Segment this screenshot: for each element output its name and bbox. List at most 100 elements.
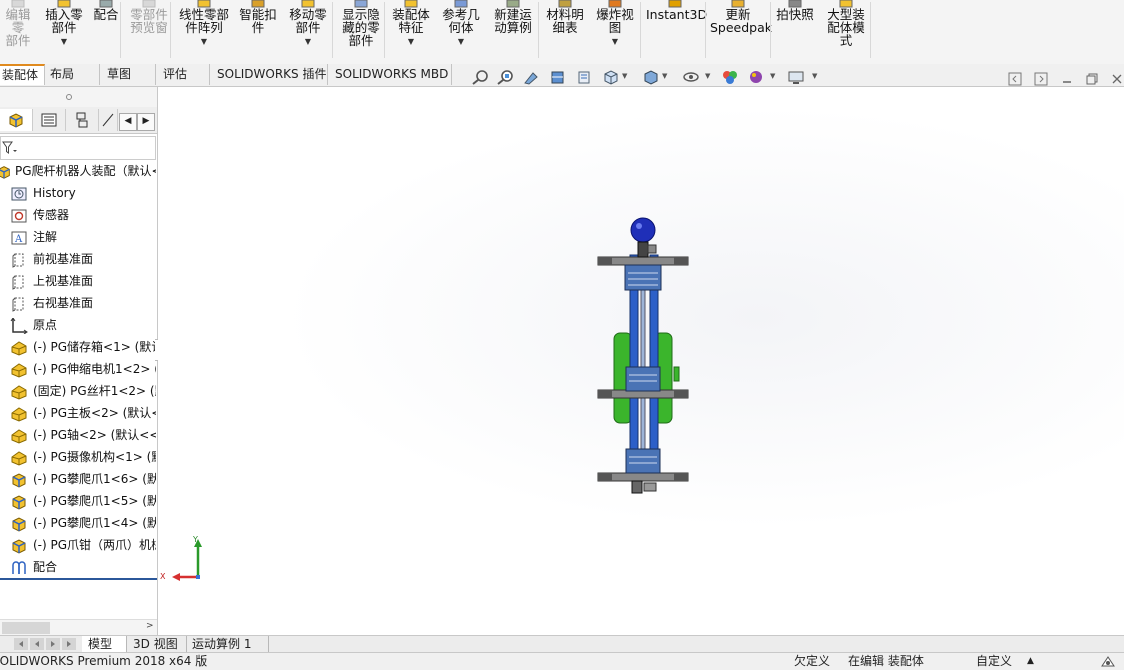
tree-item-mates[interactable]: 配合 [0, 557, 156, 578]
bom-button[interactable]: 材料明 细表 [542, 0, 588, 62]
smart-fasteners-button[interactable]: 智能扣 件 [236, 0, 280, 62]
tree-item-storage-box[interactable]: (-) PG储存箱<1> (默认 [0, 337, 156, 358]
sensor-icon [11, 209, 27, 222]
mate-button[interactable]: 配合 [90, 0, 122, 62]
move-component-button[interactable]: 移动零 部件 ▼ [284, 0, 332, 62]
zoom-to-area-icon[interactable] [497, 69, 515, 85]
tab-command-3[interactable]: 评估 [155, 64, 210, 85]
snapshot-button[interactable]: 拍快照 [774, 0, 816, 62]
apply-scene-icon[interactable] [747, 69, 765, 85]
ribbon-separator [384, 2, 385, 58]
tree-item-camera-mechanism[interactable]: (-) PG摄像机构<1> (默 [0, 447, 156, 468]
tab-configuration-manager[interactable] [66, 109, 99, 131]
tab-property-manager[interactable] [33, 109, 66, 131]
view-settings-icon[interactable] [787, 69, 805, 85]
bottom-tab-0[interactable]: 模型 [82, 636, 127, 652]
dynamic-annotation-icon[interactable] [575, 69, 593, 85]
zoom-to-fit-icon[interactable] [472, 69, 490, 85]
linear-pattern-button[interactable]: 线性零部 件阵列 ▼ [174, 0, 234, 62]
insert-component-button[interactable]: 插入零 部件 ▼ [42, 0, 86, 62]
status-custom-units[interactable]: 自定义 [976, 653, 1012, 670]
units-caret-icon[interactable]: ▲ [1027, 653, 1034, 670]
panel-grip[interactable] [0, 87, 157, 107]
edit-component-label: 编辑零 部件 [5, 7, 31, 48]
show-hidden-button[interactable]: 显示隐 藏的零 部件 [338, 0, 384, 62]
tab-dimxpert[interactable] [99, 109, 118, 131]
tree-filter-input[interactable] [0, 136, 156, 160]
tree-item-lead-screw[interactable]: (固定) PG丝杆1<2> (默 [0, 381, 156, 402]
tab-scroll-left-icon[interactable]: ◀ [119, 113, 137, 131]
minimize-icon[interactable] [1060, 72, 1074, 86]
edit-appearance-icon[interactable] [721, 69, 739, 85]
display-style-icon[interactable] [642, 69, 660, 85]
assembly-features-caret-icon[interactable]: ▼ [388, 35, 434, 48]
component-preview-button[interactable]: 零部件 预览窗 [126, 0, 172, 62]
display-style-caret-icon[interactable]: ▼ [662, 72, 667, 80]
reference-geometry-caret-icon[interactable]: ▼ [440, 35, 482, 48]
assembly-features-label: 装配体 特征 [392, 7, 430, 35]
tab-command-0[interactable]: 装配体 [0, 64, 45, 85]
update-speedpak-button[interactable]: 更新 Speedpak [710, 0, 772, 62]
insert-component-caret-icon[interactable]: ▼ [42, 35, 86, 48]
tree-item-history[interactable]: History [0, 183, 156, 204]
tree-item-main-board[interactable]: (-) PG主板<2> (默认< [0, 403, 156, 424]
apply-scene-caret-icon[interactable]: ▼ [770, 72, 775, 80]
tree-root-assembly[interactable]: PG爬杆机器人装配（默认< [0, 161, 156, 182]
tree-item-telescopic-motor[interactable]: (-) PG伸缩电机1<2> ( [0, 359, 156, 380]
edit-component-button[interactable]: 编辑零 部件 [0, 0, 36, 62]
tree-item-top-plane[interactable]: 上视基准面 [0, 271, 156, 292]
tree-item-shaft[interactable]: (-) PG轴<2> (默认<<默 [0, 425, 156, 446]
scroll-right-arrow-icon[interactable]: > [146, 621, 154, 631]
new-motion-study-button[interactable]: 新建运 动算例 [490, 0, 536, 62]
tree-item-gripper[interactable]: (-) PG爪钳（两爪）机械 [0, 535, 156, 556]
linear-pattern-label: 线性零部 件阵列 [178, 7, 229, 35]
rollback-bar[interactable] [0, 578, 157, 580]
tree-item-annotations[interactable]: A 注解 [0, 227, 156, 248]
tree-item-right-plane[interactable]: 右视基准面 [0, 293, 156, 314]
tree-item-climbing-claw-6[interactable]: (-) PG攀爬爪1<6> (默 [0, 469, 156, 490]
panel-horizontal-scrollbar[interactable]: > [0, 619, 157, 636]
instant3d-button[interactable]: Instant3D [646, 0, 707, 62]
view-settings-caret-icon[interactable]: ▼ [812, 72, 817, 80]
close-icon[interactable] [1110, 72, 1124, 86]
tile-left-icon[interactable] [1008, 72, 1022, 86]
tab-scroll-right-icon[interactable]: ▶ [137, 113, 155, 131]
robot-model[interactable] [588, 215, 698, 500]
tab-feature-manager[interactable] [0, 109, 33, 131]
rebuild-status-icon[interactable] [1100, 655, 1116, 668]
ribbon-separator [705, 2, 706, 58]
tree-root-label: PG爬杆机器人装配（默认< [15, 164, 156, 178]
move-component-caret-icon[interactable]: ▼ [284, 35, 332, 48]
filter-icon[interactable] [2, 141, 18, 155]
previous-view-icon[interactable] [523, 69, 541, 85]
linear-pattern-caret-icon[interactable]: ▼ [174, 35, 234, 48]
view-orientation-icon[interactable] [602, 69, 620, 85]
hide-show-items-icon[interactable] [682, 69, 700, 85]
tab-command-4[interactable]: SOLIDWORKS 插件 [209, 64, 328, 85]
restore-icon[interactable] [1085, 72, 1099, 86]
tree-item-origin[interactable]: 原点 [0, 315, 156, 336]
view-orientation-caret-icon[interactable]: ▼ [622, 72, 627, 80]
tree-item-front-plane[interactable]: 前视基准面 [0, 249, 156, 270]
bottom-tab-2[interactable]: 运动算例 1 [186, 636, 269, 652]
graphics-area[interactable]: Y X [158, 87, 1124, 635]
exploded-view-button[interactable]: 爆炸视 图 ▼ [594, 0, 636, 62]
tab-command-2[interactable]: 草图 [99, 64, 156, 85]
tree-item-sensors[interactable]: 传感器 [0, 205, 156, 226]
tab-navigation-arrows[interactable] [14, 638, 76, 650]
hide-show-caret-icon[interactable]: ▼ [705, 72, 710, 80]
assembly-features-button[interactable]: 装配体 特征 ▼ [388, 0, 434, 62]
tab-nav-arrows-icon[interactable] [14, 638, 76, 650]
tab-command-1[interactable]: 布局 [42, 64, 100, 85]
reference-geometry-button[interactable]: 参考几 何体 ▼ [440, 0, 482, 62]
tree-item-climbing-claw-4[interactable]: (-) PG攀爬爪1<4> (默 [0, 513, 156, 534]
tree-item-climbing-claw-5[interactable]: (-) PG攀爬爪1<5> (默 [0, 491, 156, 512]
section-view-icon[interactable] [549, 69, 567, 85]
scrollbar-thumb[interactable] [2, 622, 50, 634]
collapse-dot-icon[interactable] [65, 93, 73, 101]
tile-right-icon[interactable] [1034, 72, 1048, 86]
bottom-tab-1[interactable]: 3D 视图 [127, 636, 187, 652]
exploded-view-caret-icon[interactable]: ▼ [594, 35, 636, 48]
tab-command-5[interactable]: SOLIDWORKS MBD [327, 64, 452, 85]
large-assembly-button[interactable]: 大型装 配体模 式 [822, 0, 870, 62]
